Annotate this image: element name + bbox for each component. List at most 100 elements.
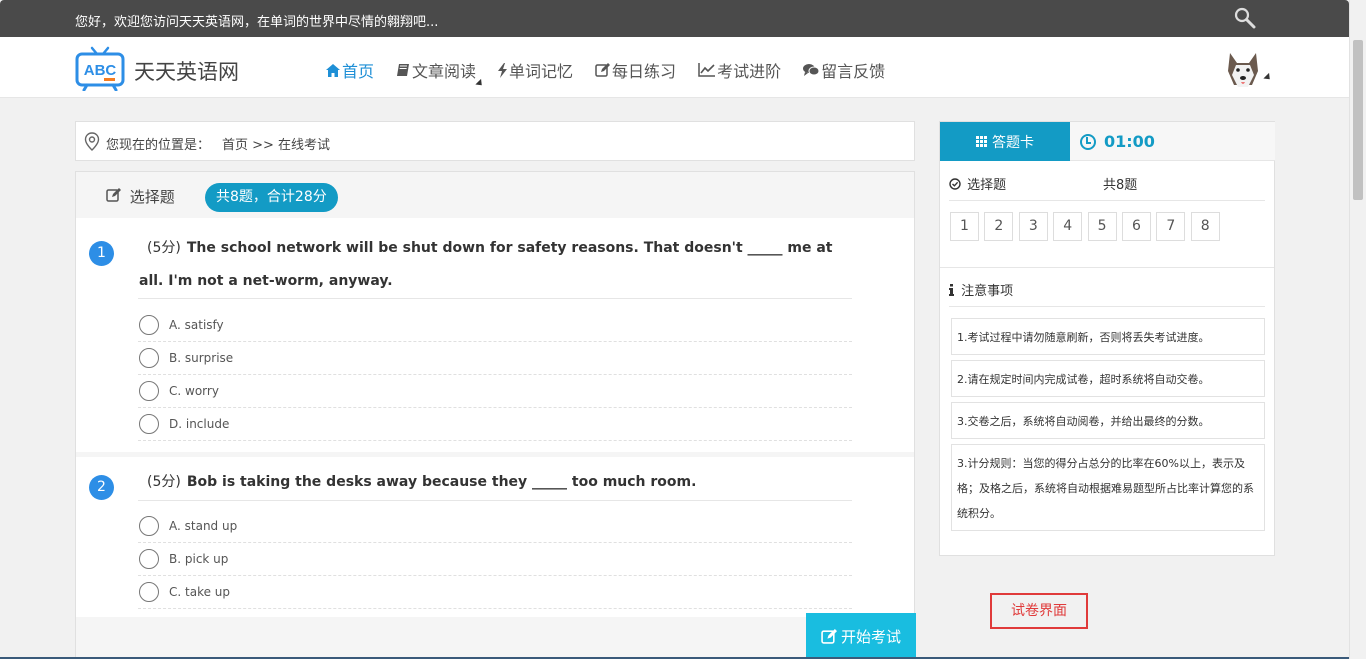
question-score: (5分)	[147, 240, 181, 256]
nav-label: 考试进阶	[717, 62, 782, 81]
divider	[949, 306, 1265, 307]
section-row: 选择题 共8题	[949, 174, 1265, 193]
edit-icon	[821, 628, 837, 644]
radio-button[interactable]	[139, 381, 159, 401]
nav-daily-practice[interactable]: 每日练习	[595, 58, 676, 82]
chart-icon	[698, 63, 716, 77]
answer-option[interactable]: B. pick up	[138, 543, 852, 576]
answer-option[interactable]: D. include	[138, 408, 852, 441]
bolt-icon	[498, 62, 508, 78]
nav-label: 文章阅读	[412, 62, 477, 81]
question-text: (5分) Bob is taking the desks away because…	[139, 466, 851, 499]
start-exam-button[interactable]: 开始考试	[806, 613, 916, 659]
exam-panel-header: 选择题 共8题，合计28分	[76, 172, 914, 218]
nav-label: 每日练习	[612, 62, 677, 81]
main-nav: 首页 文章阅读 单词记忆 每日练习 考试进阶 留言反馈	[326, 58, 907, 89]
notes-title: 注意事项	[949, 280, 1013, 299]
radio-button[interactable]	[139, 549, 159, 569]
book-icon	[397, 64, 410, 76]
tab-answer-card-label: 答题卡	[992, 134, 1034, 151]
start-exam-label: 开始考试	[840, 627, 901, 646]
nav-label: 留言反馈	[821, 62, 886, 81]
site-name[interactable]: 天天英语网	[134, 56, 239, 86]
info-icon	[949, 284, 954, 296]
nav-vocabulary[interactable]: 单词记忆	[498, 58, 573, 82]
option-label[interactable]: A. satisfy	[169, 318, 224, 332]
radio-button[interactable]	[139, 516, 159, 536]
nav-label: 单词记忆	[509, 62, 574, 81]
scrollbar-thumb[interactable]	[1353, 40, 1363, 200]
answer-option[interactable]: C. worry	[138, 375, 852, 408]
page-scrollbar[interactable]	[1349, 0, 1366, 659]
location-pin-icon	[84, 132, 100, 151]
option-label[interactable]: B. pick up	[169, 552, 228, 566]
search-icon[interactable]	[1234, 7, 1256, 29]
question-stem: Bob is taking the desks away because the…	[186, 474, 697, 490]
question-jump-button[interactable]: 6	[1121, 212, 1151, 241]
option-label[interactable]: A. stand up	[169, 519, 237, 533]
chevron-down-icon[interactable]	[1263, 72, 1273, 83]
radio-button[interactable]	[139, 315, 159, 335]
grid-icon	[976, 136, 987, 147]
question-text: (5分) The school network will be shut down…	[139, 232, 851, 298]
radio-button[interactable]	[139, 414, 159, 434]
edit-icon	[595, 63, 611, 77]
tab-label: 选择题	[129, 188, 175, 206]
note-item: 2.请在规定时间内完成试卷，超时系统将自动交卷。	[951, 360, 1265, 397]
tab-choice-questions[interactable]: 选择题	[106, 186, 175, 207]
question-score: (5分)	[147, 474, 181, 490]
user-avatar[interactable]	[1224, 49, 1262, 89]
note-item: 1.考试过程中请勿随意刷新，否则将丢失考试进度。	[951, 318, 1265, 355]
tab-answer-card[interactable]: 答题卡	[940, 122, 1070, 161]
answer-option[interactable]: C. take up	[138, 576, 852, 609]
option-label[interactable]: B. surprise	[169, 351, 233, 365]
divider	[138, 500, 852, 501]
radio-button[interactable]	[139, 582, 159, 602]
countdown-timer: 01:00	[1080, 132, 1155, 151]
question-card: 2 (5分) Bob is taking the desks away becau…	[76, 457, 914, 617]
divider	[940, 267, 1274, 268]
question-jump-button[interactable]: 5	[1087, 212, 1117, 241]
site-header: ABC 天天英语网 首页 文章阅读 单词记忆 每日练习 考试进阶 留言反馈	[0, 37, 1349, 98]
question-jump-button[interactable]: 4	[1053, 212, 1083, 241]
question-jump-button[interactable]: 7	[1156, 212, 1186, 241]
nav-exam-advance[interactable]: 考试进阶	[698, 58, 781, 82]
section-label: 选择题	[967, 178, 1007, 193]
timer-value: 01:00	[1104, 132, 1155, 151]
question-card: 1 (5分) The school network will be shut do…	[76, 218, 914, 452]
question-jump-button[interactable]: 2	[984, 212, 1014, 241]
answer-option[interactable]: A. satisfy	[138, 309, 852, 342]
nav-articles[interactable]: 文章阅读	[396, 58, 485, 89]
question-number-badge: 2	[89, 475, 114, 500]
question-jump-button[interactable]: 3	[1018, 212, 1048, 241]
question-stem: The school network will be shut down for…	[139, 240, 833, 289]
tv-logo-icon[interactable]: ABC	[75, 45, 125, 91]
option-label[interactable]: C. worry	[169, 384, 219, 398]
welcome-bar: 您好，欢迎您访问天天英语网，在单词的世界中尽情的翱翔吧...	[0, 0, 1349, 37]
option-label[interactable]: D. include	[169, 417, 229, 431]
answer-option[interactable]: B. surprise	[138, 342, 852, 375]
exam-panel: 选择题 共8题，合计28分 1 (5分) The school network w…	[75, 171, 915, 659]
logo-badge: ABC	[84, 62, 117, 79]
option-label[interactable]: C. take up	[169, 585, 230, 599]
answer-option[interactable]: A. stand up	[138, 510, 852, 543]
section-count: 共8题	[1103, 178, 1138, 193]
nav-home[interactable]: 首页	[326, 58, 374, 82]
note-item: 3.交卷之后，系统将自动阅卷，并给出最终的分数。	[951, 402, 1265, 439]
divider	[138, 298, 852, 299]
check-circle-icon	[949, 178, 961, 190]
divider	[949, 200, 1265, 201]
question-jump-button[interactable]: 8	[1190, 212, 1220, 241]
welcome-text: 您好，欢迎您访问天天英语网，在单词的世界中尽情的翱翔吧...	[75, 15, 439, 30]
question-number-grid: 1 2 3 4 5 6 7 8	[950, 212, 1225, 241]
question-summary-badge: 共8题，合计28分	[205, 183, 338, 212]
clock-icon	[1080, 133, 1096, 150]
note-item: 3.计分规则：当您的得分占总分的比率在60%以上，表示及格；及格之后，系统将自动…	[951, 444, 1265, 531]
nav-feedback[interactable]: 留言反馈	[803, 58, 885, 82]
nav-label: 首页	[342, 62, 375, 81]
answer-card-panel: 答题卡 01:00 选择题 共8题 1 2 3 4 5 6 7 8 注意事项 1…	[939, 121, 1275, 556]
radio-button[interactable]	[139, 348, 159, 368]
breadcrumb-path[interactable]: 首页 >> 在线考试	[222, 134, 330, 153]
question-jump-button[interactable]: 1	[950, 212, 979, 241]
breadcrumb: 您现在的位置是： 首页 >> 在线考试	[75, 121, 915, 161]
